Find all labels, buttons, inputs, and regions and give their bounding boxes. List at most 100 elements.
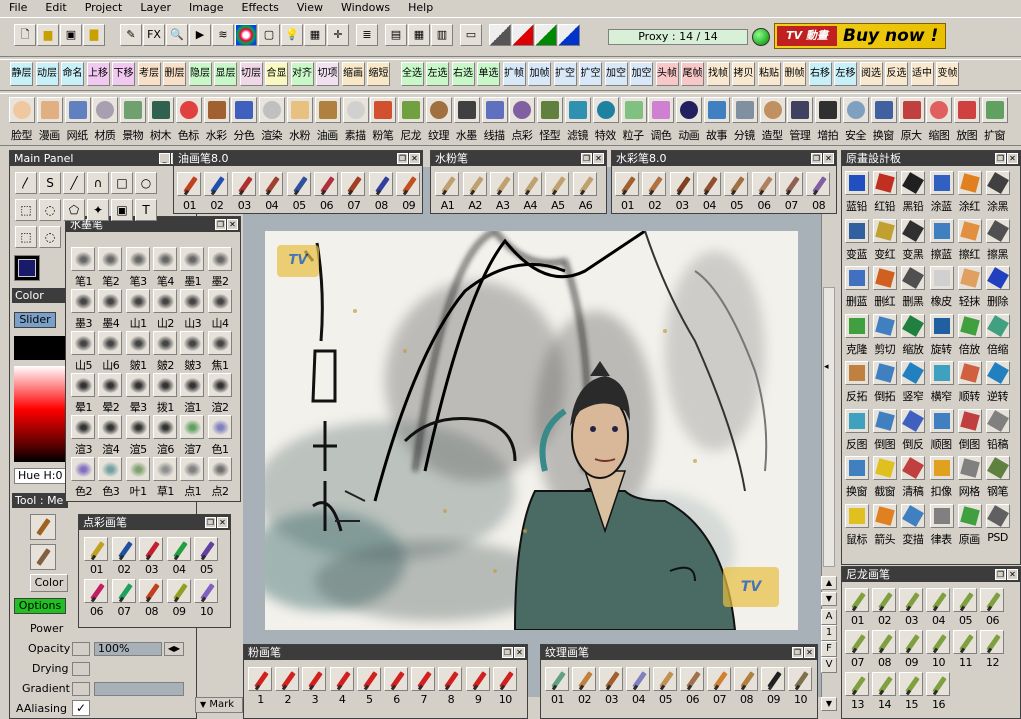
- grid-icon[interactable]: ▦: [304, 24, 326, 46]
- slider-tab[interactable]: Slider: [14, 312, 56, 328]
- color-wheel-icon[interactable]: [235, 24, 257, 46]
- strip-icon[interactable]: [481, 97, 508, 123]
- monitor-icon[interactable]: ▭: [460, 24, 482, 46]
- nav-letter-button[interactable]: A: [821, 609, 837, 625]
- ink-slot[interactable]: [125, 457, 150, 481]
- watercolor-slot[interactable]: [751, 172, 776, 196]
- design-tool-slot[interactable]: [901, 313, 926, 338]
- close-icon[interactable]: ✕: [227, 219, 238, 230]
- ink-slot[interactable]: [180, 373, 205, 397]
- design-tool-slot[interactable]: [901, 456, 926, 480]
- oil-slot[interactable]: [396, 172, 421, 196]
- chalk-slot[interactable]: [411, 667, 436, 691]
- command-button[interactable]: 显层: [214, 62, 237, 86]
- minimize-icon[interactable]: _: [159, 153, 170, 164]
- ink-slot[interactable]: [98, 247, 123, 271]
- oil-slot[interactable]: [231, 172, 256, 196]
- strip-icon[interactable]: [926, 97, 953, 123]
- gradient-toggle[interactable]: [72, 682, 90, 696]
- nylon-slot[interactable]: [899, 630, 923, 654]
- fill-tool-icon[interactable]: ▣: [111, 199, 133, 221]
- menu-project[interactable]: Project: [76, 0, 132, 16]
- opacity-value[interactable]: 100%: [94, 642, 162, 656]
- command-button[interactable]: 命名: [61, 62, 84, 86]
- gouache-slot[interactable]: [462, 172, 487, 196]
- dotted-circle-icon[interactable]: ◌: [39, 226, 61, 248]
- menu-image[interactable]: Image: [180, 0, 232, 16]
- strip-icon[interactable]: [9, 97, 35, 123]
- design-tool-slot[interactable]: [873, 361, 898, 385]
- menu-windows[interactable]: Windows: [332, 0, 399, 16]
- close-icon[interactable]: ✕: [804, 647, 815, 658]
- pointillism-slot[interactable]: [166, 579, 191, 603]
- rect-tool-icon[interactable]: □: [111, 172, 133, 194]
- ink-slot[interactable]: [71, 373, 95, 397]
- design-tool-slot[interactable]: [986, 266, 1010, 290]
- arc-tool-icon[interactable]: ∩: [87, 172, 109, 194]
- lasso-select-icon[interactable]: ◌: [39, 199, 61, 221]
- gouache-slot[interactable]: [517, 172, 542, 196]
- options-tab[interactable]: Options: [14, 598, 66, 614]
- command-button[interactable]: 变帧: [936, 62, 959, 86]
- red-triangle-icon[interactable]: [512, 24, 534, 46]
- design-tool-slot[interactable]: [957, 313, 982, 338]
- gray-triangle-icon[interactable]: [489, 24, 511, 46]
- command-button[interactable]: 隐层: [188, 62, 212, 86]
- nylon-slot[interactable]: [980, 588, 1004, 612]
- watercolor-slot[interactable]: [696, 172, 721, 196]
- command-button[interactable]: 拷贝: [732, 62, 755, 86]
- nylon-slot[interactable]: [845, 630, 869, 654]
- menu-layer[interactable]: Layer: [131, 0, 180, 16]
- design-tool-slot[interactable]: [957, 408, 982, 433]
- design-tool-slot[interactable]: [986, 503, 1010, 528]
- blank-frame-icon[interactable]: ▢: [258, 24, 280, 46]
- open-folder-icon[interactable]: ▆: [37, 24, 59, 46]
- design-tool-slot[interactable]: [957, 503, 982, 528]
- strip-icon[interactable]: [259, 97, 286, 123]
- nav-letter-button[interactable]: F: [821, 641, 837, 657]
- nylon-slot[interactable]: [953, 630, 977, 654]
- command-button[interactable]: 切层: [239, 62, 263, 86]
- drying-toggle[interactable]: [72, 662, 90, 676]
- save-icon[interactable]: ▣: [60, 24, 82, 46]
- design-tool-slot[interactable]: [873, 456, 898, 480]
- restore-icon[interactable]: ❐: [995, 153, 1006, 164]
- strip-icon[interactable]: [676, 97, 703, 123]
- design-tool-slot[interactable]: [845, 503, 869, 528]
- restore-icon[interactable]: ❐: [581, 153, 592, 164]
- crosshair-icon[interactable]: ✛: [327, 24, 349, 46]
- restore-icon[interactable]: ❐: [215, 219, 226, 230]
- window-icon[interactable]: ▤: [385, 24, 407, 46]
- arrow-down-icon[interactable]: ▼: [821, 592, 837, 606]
- opacity-toggle[interactable]: [72, 642, 90, 656]
- strip-icon[interactable]: [36, 97, 63, 123]
- opacity-stepper[interactable]: ◀▶: [164, 642, 184, 656]
- command-button[interactable]: 头帧: [655, 62, 679, 86]
- chalk-slot[interactable]: [275, 667, 300, 691]
- close-icon[interactable]: ✕: [593, 153, 604, 164]
- pointillism-slot[interactable]: [166, 537, 191, 561]
- arrow-up-icon[interactable]: ▲: [821, 576, 837, 590]
- strip-icon[interactable]: [759, 97, 786, 123]
- color-gradient-field[interactable]: [14, 366, 66, 462]
- design-tool-slot[interactable]: [901, 218, 926, 243]
- menu-effects[interactable]: Effects: [233, 0, 288, 16]
- strip-icon[interactable]: [314, 97, 341, 123]
- design-tool-slot[interactable]: [901, 171, 926, 195]
- nylon-slot[interactable]: [845, 672, 869, 696]
- strip-icon[interactable]: [509, 97, 536, 123]
- menu-help[interactable]: Help: [399, 0, 442, 16]
- split-view-icon[interactable]: ▥: [431, 24, 453, 46]
- pointillism-slot[interactable]: [84, 537, 108, 561]
- ink-slot[interactable]: [152, 457, 177, 481]
- pointillism-slot[interactable]: [139, 537, 163, 561]
- ink-slot[interactable]: [98, 415, 123, 439]
- menu-file[interactable]: File: [0, 0, 36, 16]
- command-button[interactable]: 加空: [604, 62, 628, 86]
- aaliasing-checkbox[interactable]: ✓: [72, 700, 90, 716]
- zoom-icon[interactable]: 🔍: [166, 24, 188, 46]
- ink-slot[interactable]: [207, 415, 232, 439]
- ink-slot[interactable]: [207, 247, 232, 271]
- nylon-slot[interactable]: [926, 630, 950, 654]
- nav-letter-button[interactable]: V: [821, 657, 837, 673]
